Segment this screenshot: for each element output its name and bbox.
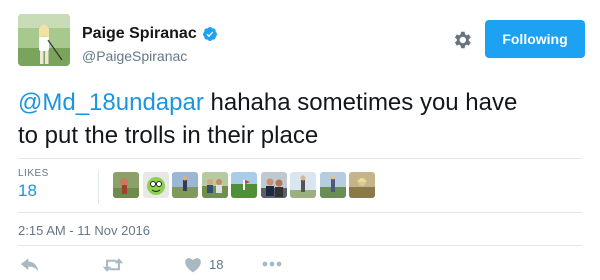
liker-avatar[interactable] [260,172,287,198]
following-button[interactable]: Following [485,20,585,58]
liker-avatar[interactable] [142,172,169,198]
likes-label: LIKES [18,168,49,179]
liker-avatar[interactable] [231,172,257,198]
mention-link[interactable]: @Md_18undapar [18,89,204,116]
reply-icon [20,258,39,272]
stats-separator [98,170,99,204]
timestamp[interactable]: 2:15 AM - 11 Nov 2016 [18,223,150,238]
author-display-name[interactable]: Paige Spiranac [82,25,197,43]
tweet-text-line1: hahaha sometimes you have [203,89,518,116]
author-name-row[interactable]: Paige Spiranac [82,25,218,43]
heart-icon [185,258,201,273]
divider [18,212,582,213]
liker-avatar[interactable] [349,172,375,198]
verified-badge-icon [202,27,217,41]
divider [18,158,582,159]
liker-avatar[interactable] [319,172,346,198]
more-icon [262,261,282,267]
like-count: 18 [209,257,224,272]
avatar[interactable] [18,14,70,66]
author-handle[interactable]: @PaigeSpiranac [82,48,187,64]
retweet-button[interactable] [102,256,124,274]
gear-icon[interactable] [451,29,473,51]
liker-avatars [113,172,379,198]
liker-avatar[interactable] [113,172,139,198]
tweet-text: @Md_18undapar hahaha sometimes you have t… [18,86,588,152]
divider [18,245,582,246]
tweet-actions: 18 [0,252,600,280]
more-button[interactable] [262,261,282,267]
like-button[interactable]: 18 [184,256,223,273]
liker-avatar[interactable] [172,172,198,198]
tweet-text-line2: to put the trolls in their place [18,122,319,149]
liker-avatar[interactable] [290,172,316,198]
liker-avatar[interactable] [201,172,228,198]
likes-count[interactable]: 18 [18,181,37,201]
retweet-icon [102,258,124,272]
avatar-image [18,14,70,66]
reply-button[interactable] [20,256,40,274]
